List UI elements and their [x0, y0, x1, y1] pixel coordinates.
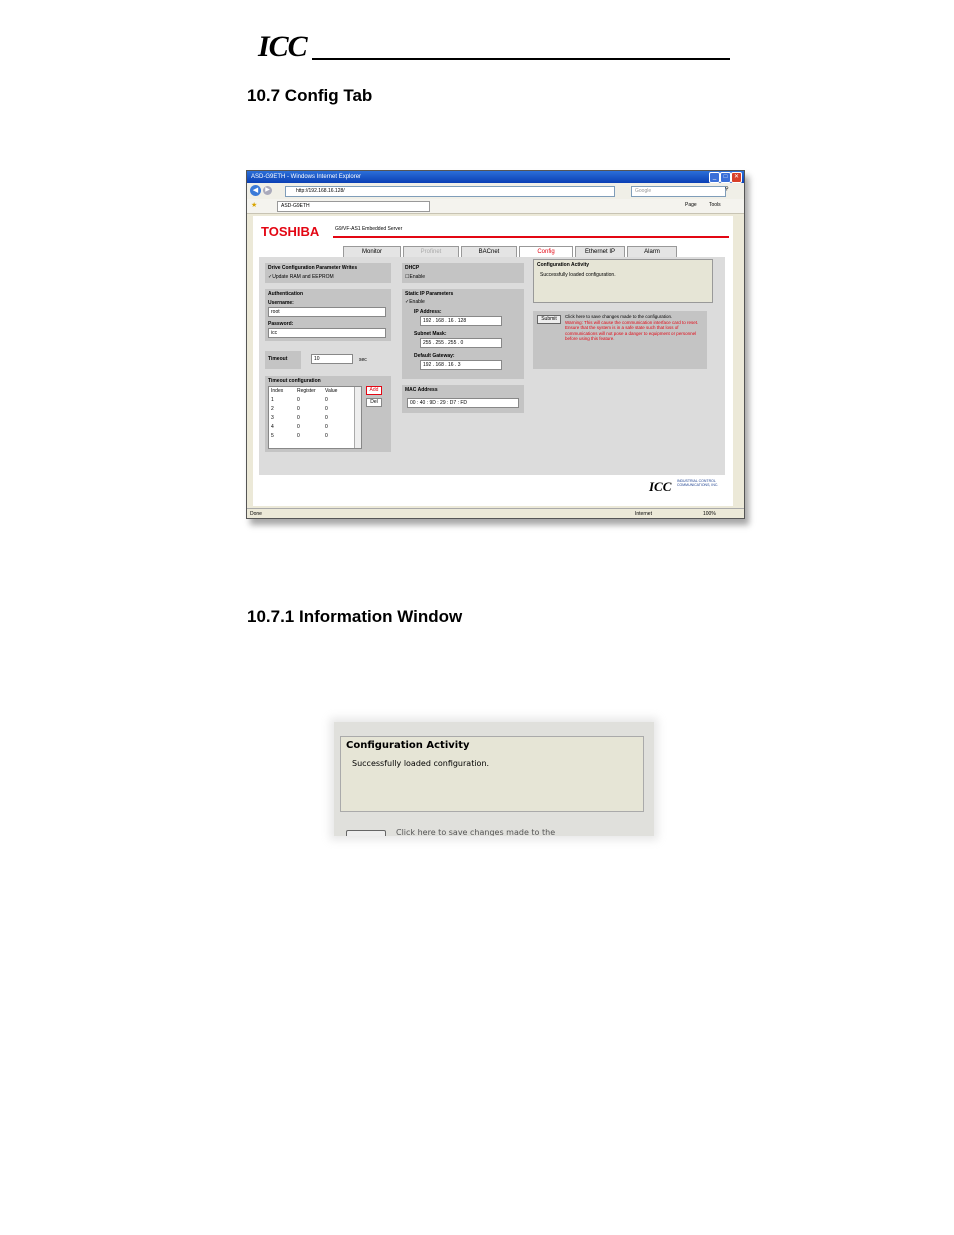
static-ip-enable-checkbox[interactable]: ✓Enable — [405, 299, 425, 305]
config-panel: Drive Configuration Parameter Writes ✓Up… — [259, 257, 725, 475]
footer-company-name: INDUSTRIAL CONTROL COMMUNICATIONS, INC. — [677, 479, 719, 487]
status-text: Done — [250, 511, 262, 517]
submit-description: Click here to save changes made to the c… — [565, 314, 701, 342]
footer-icc-logo: ICC — [649, 479, 672, 494]
header-red-line — [333, 236, 729, 238]
subnet-mask-label: Subnet Mask: — [414, 331, 447, 337]
timeout-config-table: Index Register Value 100 200 300 400 500 — [268, 386, 362, 449]
drive-config-title: Drive Configuration Parameter Writes — [268, 265, 358, 271]
mac-address-title: MAC Address — [405, 387, 438, 393]
configuration-activity-message-zoomed: Successfully loaded configuration. — [352, 759, 490, 768]
minimize-icon[interactable]: _ — [709, 172, 720, 183]
add-button[interactable]: Add — [366, 386, 382, 395]
username-input[interactable]: root — [268, 307, 386, 317]
web-page: TOSHIBA G9/VF-AS1 Embedded Server Monito… — [253, 216, 733, 506]
forward-icon[interactable]: ▶ — [263, 186, 272, 195]
tools-menu[interactable]: Tools — [709, 202, 721, 208]
ip-address-label: IP Address: — [414, 309, 442, 315]
dhcp-title: DHCP — [405, 265, 420, 271]
static-ip-title: Static IP Parameters — [405, 291, 454, 297]
column-header-register: Register — [297, 388, 316, 394]
submit-warning: Warning: This will cause the communicati… — [565, 319, 699, 342]
submit-text-zoomed: Click here to save changes made to the — [396, 828, 556, 836]
close-icon[interactable]: ✕ — [731, 172, 742, 183]
favorites-star-icon[interactable]: ★ — [251, 201, 257, 209]
static-ip-enable-label: Enable — [409, 299, 425, 305]
status-zone: Internet — [635, 511, 652, 517]
timeout-unit: sec — [359, 357, 367, 363]
configuration-activity-box-zoomed: Configuration Activity Successfully load… — [340, 736, 644, 812]
search-input[interactable]: Google — [631, 186, 726, 197]
subnet-mask-input[interactable]: 255 . 255 . 255 . 0 — [420, 338, 502, 348]
configuration-activity-title: Configuration Activity — [537, 262, 590, 268]
timeout-label: Timeout — [268, 356, 288, 362]
authentication-title: Authentication — [268, 291, 303, 297]
column-header-value: Value — [325, 388, 338, 394]
browser-tab[interactable]: ASD-G9ETH — [277, 201, 430, 212]
dhcp-enable-label: Enable — [409, 274, 426, 280]
column-header-index: Index — [271, 388, 284, 394]
password-input[interactable]: icc — [268, 328, 386, 338]
update-ram-eeprom-label: Update RAM and EEPROM — [272, 274, 334, 280]
timeout-group: Timeout — [265, 351, 301, 369]
table-scrollbar[interactable] — [354, 387, 361, 448]
drive-config-group: Drive Configuration Parameter Writes ✓Up… — [265, 263, 391, 283]
update-ram-eeprom-checkbox[interactable]: ✓Update RAM and EEPROM — [268, 274, 334, 280]
page-menu[interactable]: Page — [685, 202, 697, 208]
default-gateway-input[interactable]: 192 . 168 . 16 . 3 — [420, 360, 502, 370]
del-button[interactable]: Del — [366, 398, 382, 407]
password-label: Password: — [268, 321, 294, 327]
submit-group: Submit Click here to save changes made t… — [533, 311, 707, 369]
status-zoom[interactable]: 100% — [703, 509, 716, 518]
dhcp-enable-checkbox[interactable]: ☐Enable — [405, 274, 425, 280]
username-label: Username: — [268, 300, 294, 306]
authentication-group: Authentication Username: root Password: … — [265, 289, 391, 341]
static-ip-group: Static IP Parameters ✓Enable IP Address:… — [402, 289, 524, 379]
toshiba-logo: TOSHIBA — [261, 224, 320, 239]
address-bar-row: ◀ ▶ http://192.168.16.128/ Google ⚲ — [247, 183, 744, 200]
mac-address-group: MAC Address 00 : 40 : 9D : 29 : D7 : FD — [402, 385, 524, 413]
browser-status-bar: Done Internet 100% — [247, 508, 744, 518]
default-gateway-label: Default Gateway: — [414, 353, 455, 359]
configuration-activity-box: Configuration Activity Successfully load… — [533, 259, 713, 303]
favorites-bar: ★ ASD-G9ETH Page Tools — [247, 199, 744, 214]
submit-button-zoomed[interactable] — [346, 830, 386, 836]
maximize-icon[interactable]: □ — [720, 172, 731, 183]
configuration-activity-message: Successfully loaded configuration. — [540, 272, 616, 278]
icc-logo: ICC — [258, 30, 308, 63]
browser-title-bar: ASD-G9ETH - Windows Internet Explorer _ … — [247, 171, 744, 183]
server-title: G9/VF-AS1 Embedded Server — [335, 226, 403, 232]
submit-button[interactable]: Submit — [537, 315, 561, 324]
ip-address-input[interactable]: 192 . 168 . 16 . 128 — [420, 316, 502, 326]
header-rule — [312, 58, 730, 60]
mac-address-input[interactable]: 00 : 40 : 9D : 29 : D7 : FD — [407, 398, 519, 408]
configuration-activity-title-zoomed: Configuration Activity — [346, 740, 470, 751]
timeout-input[interactable]: 10 — [311, 354, 353, 364]
search-icon[interactable]: ⚲ — [725, 186, 729, 192]
timeout-config-group: Timeout configuration Index Register Val… — [265, 376, 391, 452]
back-icon[interactable]: ◀ — [250, 185, 261, 196]
config-tab-screenshot: ASD-G9ETH - Windows Internet Explorer _ … — [246, 170, 745, 519]
dhcp-group: DHCP ☐Enable — [402, 263, 524, 283]
section-heading-config-tab: 10.7 Config Tab — [247, 86, 373, 105]
address-input[interactable]: http://192.168.16.128/ — [285, 186, 615, 197]
browser-title: ASD-G9ETH - Windows Internet Explorer — [251, 174, 362, 180]
section-heading-information-window: 10.7.1 Information Window — [247, 607, 463, 626]
information-window-crop: Configuration Activity Successfully load… — [334, 722, 654, 836]
timeout-config-title: Timeout configuration — [268, 378, 321, 384]
